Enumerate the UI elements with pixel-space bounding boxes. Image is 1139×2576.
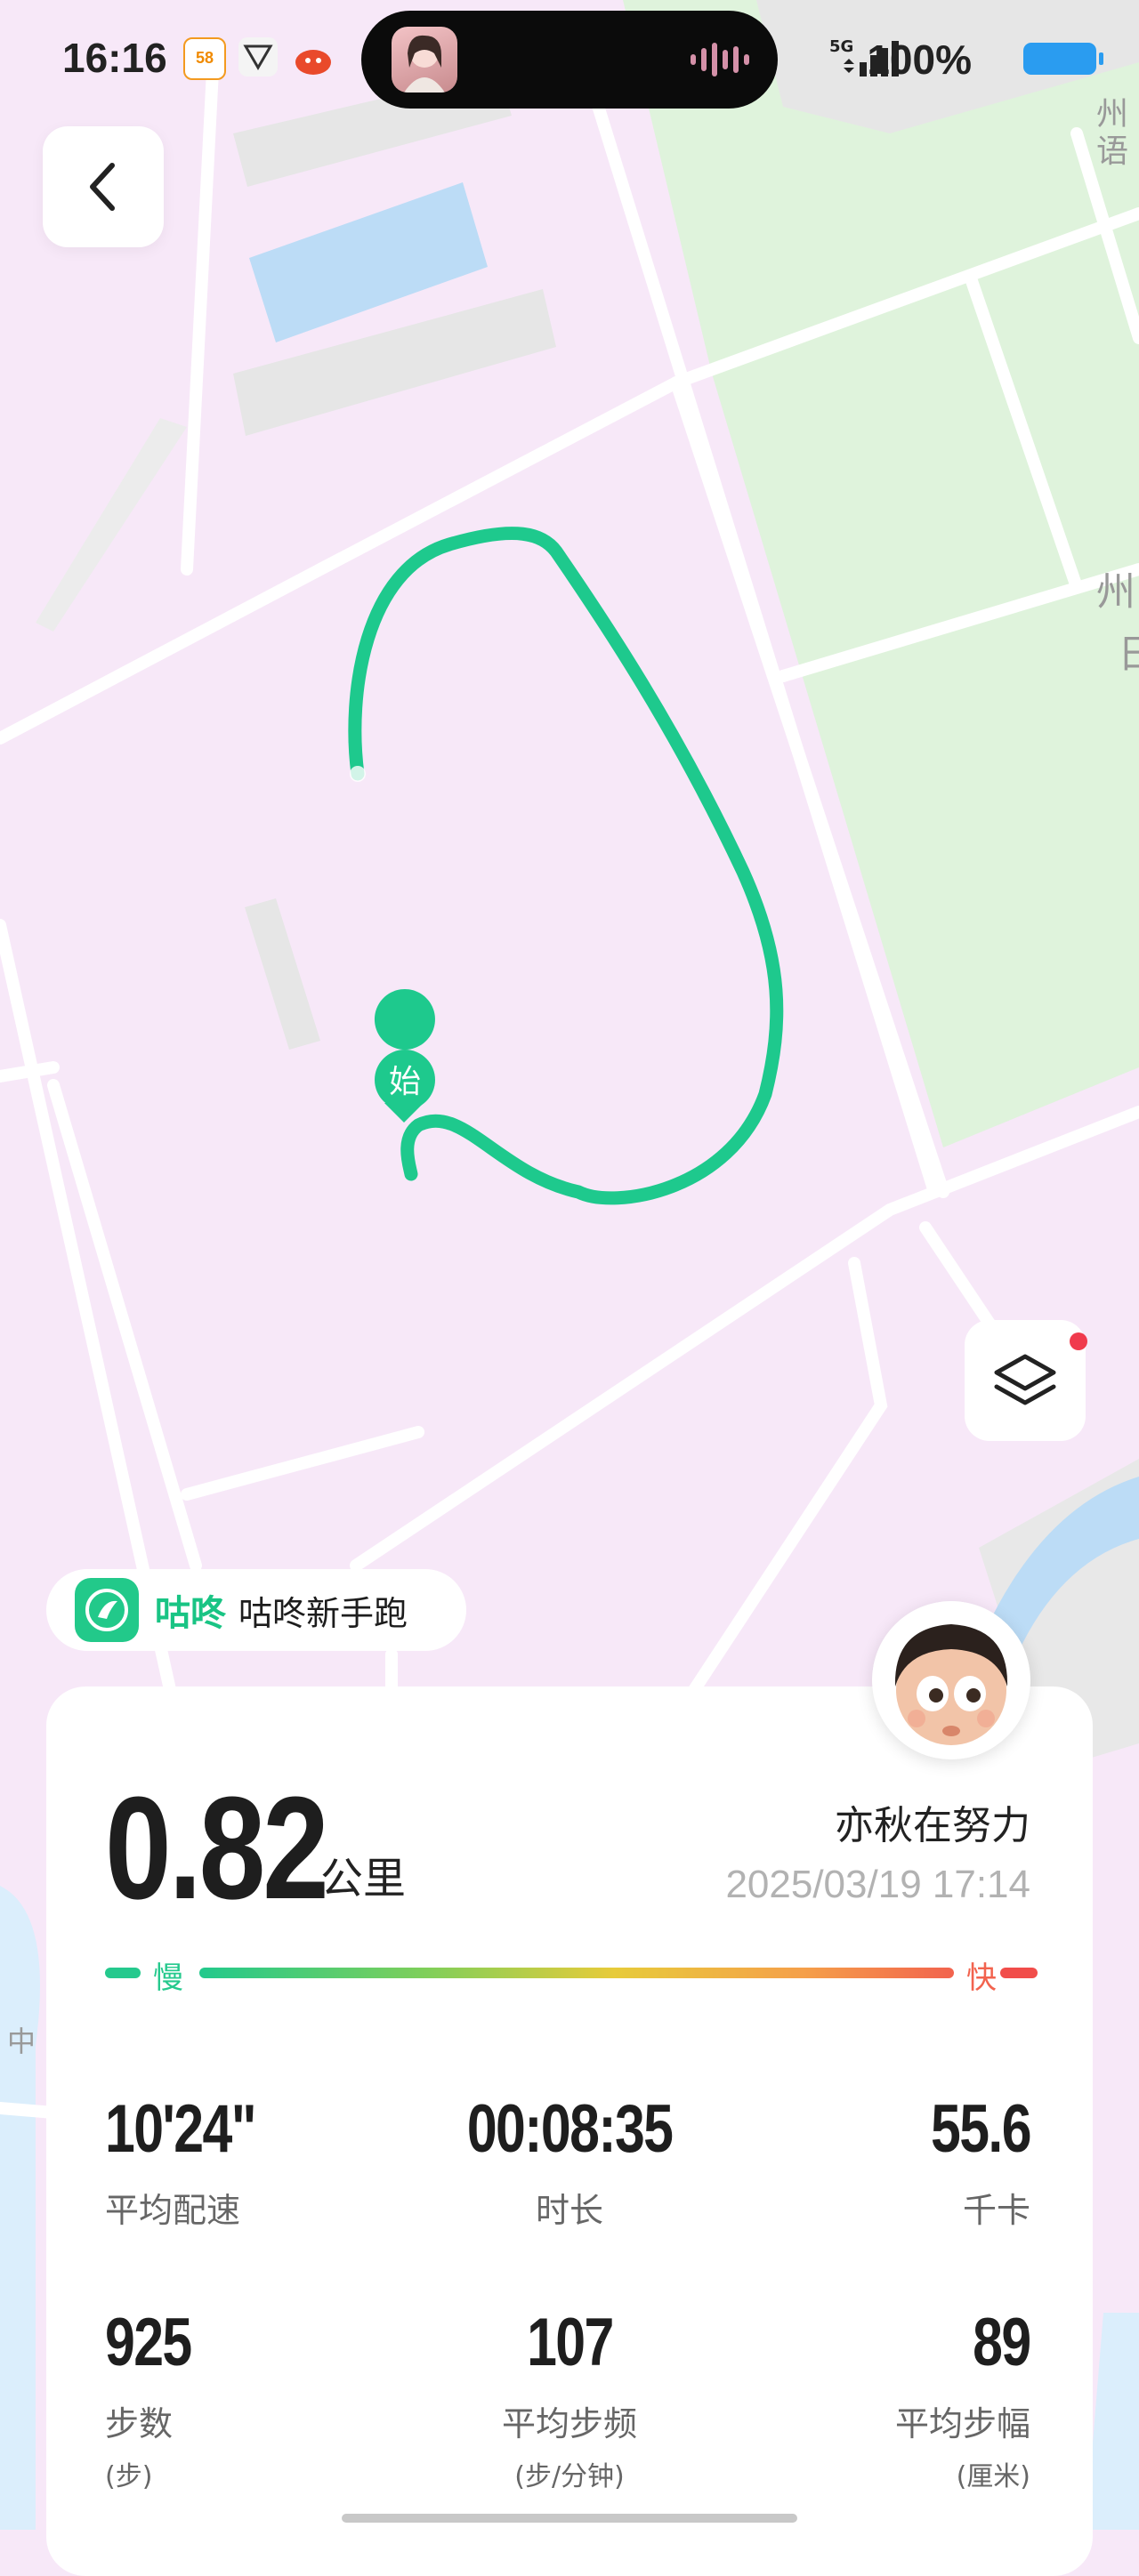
- stat-value: 00:08:35: [466, 2091, 674, 2167]
- map-label-3: 州: [1096, 569, 1135, 615]
- map-label-4: 日: [1118, 632, 1139, 677]
- stat-label: 时长: [535, 2191, 603, 2230]
- stat-unit: (步/分钟): [514, 2461, 625, 2492]
- stat-value: 10'24": [105, 2091, 257, 2167]
- workout-datetime: 2025/03/19 17:14: [725, 1863, 1030, 1906]
- pace-legend: 慢 快: [105, 1953, 1038, 1996]
- map-label-2: 语: [1096, 133, 1128, 170]
- stat-calories: 55.6 千卡: [763, 2091, 1032, 2232]
- stat-label: 步数: [105, 2404, 174, 2443]
- stat-label: 平均配速: [105, 2191, 241, 2230]
- battery-percent: 100%: [867, 36, 972, 83]
- stat-value: 89: [973, 2305, 1032, 2380]
- home-indicator[interactable]: [342, 2514, 797, 2523]
- game-app-icon: [238, 37, 278, 76]
- stat-label: 千卡: [962, 2191, 1030, 2230]
- stat-value: 925: [105, 2305, 192, 2380]
- battery-icon: [1023, 43, 1103, 75]
- stat-label: 平均步幅: [894, 2404, 1030, 2443]
- status-right: 5G 100%: [829, 32, 1103, 85]
- pace-legend-slow: 慢: [153, 1960, 183, 1996]
- username[interactable]: 亦秋在努力: [835, 1793, 1030, 1850]
- pace-legend-fast: 快: [966, 1960, 997, 1996]
- stat-stride: 89 平均步幅 (厘米): [763, 2305, 1032, 2493]
- back-button[interactable]: [43, 126, 164, 247]
- notification-dot: [1070, 1332, 1087, 1350]
- status-bar: 16:16 58 5G 100%: [0, 0, 1139, 116]
- brand-tag[interactable]: 咕咚 咕咚新手跑: [46, 1569, 466, 1651]
- distance-value: 0.82: [105, 1767, 329, 1929]
- dynamic-island[interactable]: [361, 11, 778, 109]
- music-cover-icon: [392, 27, 457, 93]
- pace-gradient-bar: [199, 1968, 954, 1978]
- stat-cadence: 107 平均步频 (步/分钟): [392, 2309, 747, 2493]
- summary-card: 0.82 公里 亦秋在努力 2025/03/19 17:14 慢 快 10'24…: [46, 1686, 1093, 2576]
- stat-unit: (步): [105, 2461, 153, 2492]
- distance-unit: 公里: [320, 1854, 407, 1904]
- stat-avg-pace: 10'24" 平均配速: [105, 2096, 293, 2232]
- start-marker-label: 始: [389, 1064, 421, 1100]
- pace-legend-fast-swatch: [1000, 1968, 1038, 1978]
- brand-name: 咕咚: [155, 1593, 226, 1634]
- map-label-5: 中: [7, 2025, 36, 2058]
- stat-label: 平均步频: [501, 2404, 637, 2443]
- chevron-left-icon: [90, 163, 115, 211]
- brand-tagline: 咕咚新手跑: [238, 1593, 408, 1633]
- map-layers-button[interactable]: [965, 1320, 1087, 1441]
- status-time: 16:16: [62, 35, 167, 81]
- red-app-icon: [294, 37, 333, 76]
- pace-legend-slow-swatch: [105, 1968, 141, 1978]
- svg-text:58: 58: [196, 49, 214, 67]
- stat-steps: 925 步数 (步): [105, 2309, 213, 2493]
- 58-app-icon: 58: [183, 37, 226, 80]
- layers-icon: [994, 1354, 1056, 1405]
- stat-value: 107: [526, 2305, 614, 2380]
- stat-value: 55.6: [931, 2091, 1032, 2167]
- user-avatar[interactable]: [872, 1601, 1030, 1759]
- stat-unit: (厘米): [956, 2461, 1030, 2492]
- audio-wave-icon: [691, 43, 749, 76]
- stat-duration: 00:08:35 时长: [392, 2096, 747, 2232]
- codoon-logo-icon: [75, 1578, 139, 1642]
